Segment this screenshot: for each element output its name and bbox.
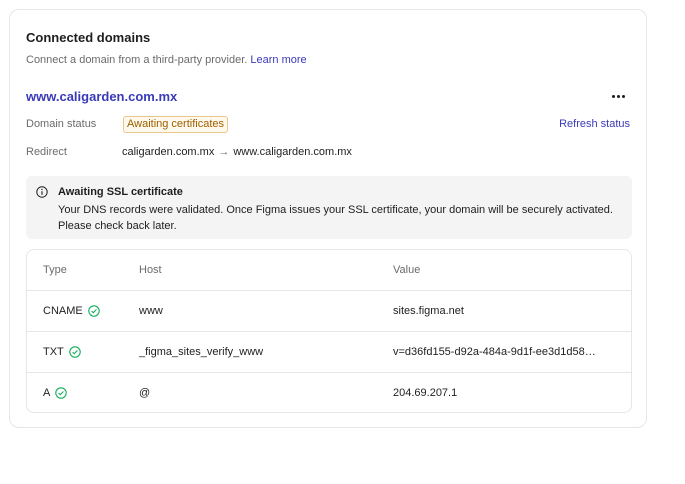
arrow-right-icon: →: [218, 146, 230, 158]
record-type: A: [43, 387, 51, 399]
check-circle-icon: [87, 305, 100, 317]
redirect-label: Redirect: [26, 146, 67, 158]
ssl-alert: Awaiting SSL certificate Your DNS record…: [26, 176, 632, 239]
alert-body: Your DNS records were validated. Once Fi…: [58, 204, 613, 232]
table-row: CNAME www sites.figma.net: [27, 290, 631, 331]
redirect-value: caligarden.com.mx → www.caligarden.com.mx: [122, 146, 352, 158]
record-value[interactable]: sites.figma.net: [393, 291, 619, 331]
column-header-host: Host: [139, 264, 162, 276]
record-type-cell: CNAME: [43, 291, 133, 331]
connected-domains-card: Connected domains Connect a domain from …: [9, 9, 647, 428]
more-options-button[interactable]: [606, 88, 630, 104]
record-type-cell: A: [43, 373, 133, 412]
record-host: @: [139, 387, 151, 399]
dns-records-table: Type Host Value CNAME www sites.figma.ne…: [26, 249, 632, 413]
alert-title: Awaiting SSL certificate: [58, 186, 183, 198]
column-header-type: Type: [43, 264, 67, 276]
column-header-value: Value: [393, 264, 421, 276]
redirect-from: caligarden.com.mx: [122, 146, 215, 158]
domain-status-label: Domain status: [26, 118, 97, 130]
record-type-cell: TXT: [43, 332, 133, 372]
record-host: _figma_sites_verify_www: [139, 346, 264, 358]
dot-icon: [621, 94, 625, 98]
record-value[interactable]: 204.69.207.1: [393, 373, 619, 412]
table-header-row: Type Host Value: [27, 250, 631, 291]
dot-icon: [616, 94, 620, 98]
status-badge: Awaiting certificates: [123, 116, 229, 133]
record-host: www: [139, 305, 163, 317]
redirect-to: www.caligarden.com.mx: [233, 146, 352, 158]
learn-more-link[interactable]: Learn more: [250, 54, 306, 66]
record-type: TXT: [43, 346, 64, 358]
check-circle-icon: [55, 387, 68, 399]
section-title: Connected domains: [26, 30, 151, 45]
table-row: A @ 204.69.207.1: [27, 372, 631, 412]
refresh-status-link[interactable]: Refresh status: [559, 118, 630, 130]
record-type: CNAME: [43, 305, 83, 317]
dot-icon: [611, 94, 615, 98]
record-value[interactable]: v=d36fd155-d92a-484a-9d1f-ee3d1d58…: [393, 332, 619, 372]
domain-name-link[interactable]: www.caligarden.com.mx: [26, 89, 177, 104]
section-subtitle: Connect a domain from a third-party prov…: [26, 54, 307, 66]
table-row: TXT _figma_sites_verify_www v=d36fd155-d…: [27, 331, 631, 372]
check-circle-icon: [69, 346, 81, 358]
info-icon: [36, 186, 48, 198]
subtitle-text: Connect a domain from a third-party prov…: [26, 54, 248, 66]
